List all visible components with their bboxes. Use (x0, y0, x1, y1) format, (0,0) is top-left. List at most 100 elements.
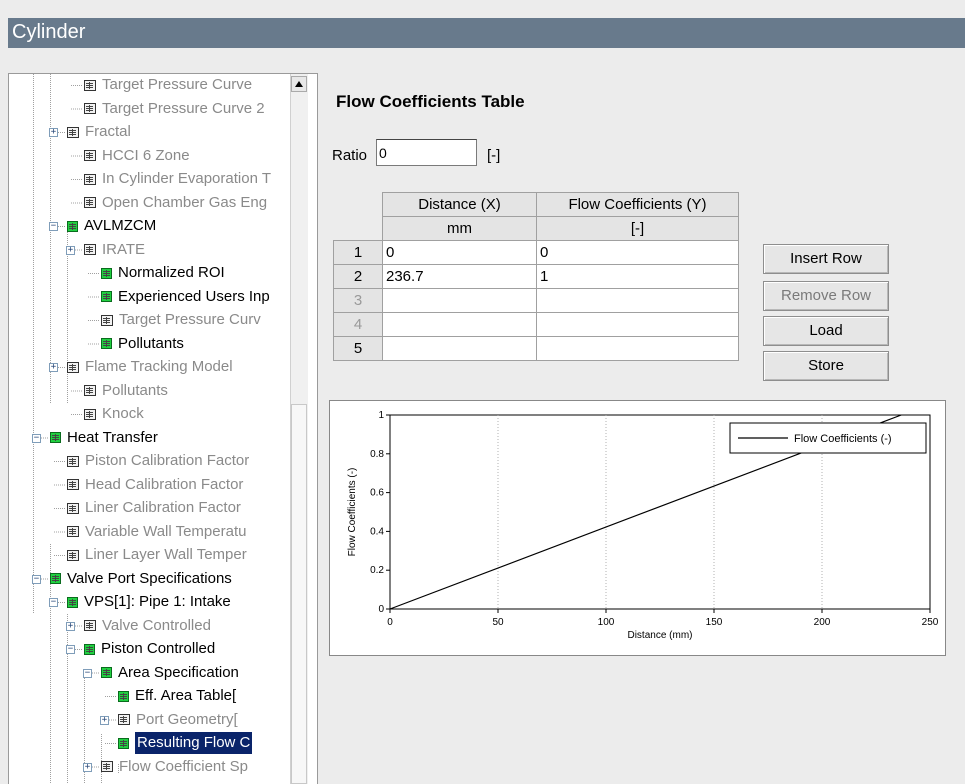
distance-cell[interactable]: 236.7 (382, 264, 537, 289)
row-number[interactable]: 2 (333, 264, 383, 289)
legend-label: Flow Coefficients (-) (794, 433, 892, 445)
flow-coefficient-cell[interactable]: 0 (536, 240, 739, 265)
table-node-icon (101, 314, 113, 326)
tree-item[interactable]: Flame Tracking Model (67, 356, 233, 378)
y-tick-label: 0.8 (370, 449, 384, 460)
tree-item[interactable]: In Cylinder Evaporation T (84, 168, 271, 190)
tree-item[interactable]: Heat Transfer (50, 427, 158, 449)
tree-item[interactable]: Resulting Flow C (118, 732, 253, 754)
table-row: 100 (333, 240, 739, 265)
table-node-icon (67, 455, 79, 467)
section-heading: Flow Coefficients Table (336, 92, 525, 111)
store-button[interactable]: Store (763, 351, 889, 381)
x-tick-label: 50 (492, 617, 504, 628)
unit-distance: mm (382, 216, 537, 241)
tree-item-label: Experienced Users Inp (118, 287, 270, 305)
tree-item[interactable]: AVLMZCM (67, 215, 156, 237)
table-node-icon (67, 479, 79, 490)
x-tick-label: 100 (598, 617, 615, 628)
distance-cell[interactable] (382, 288, 537, 313)
ratio-unit: [-] (487, 147, 501, 164)
y-tick-label: 1 (378, 410, 384, 421)
tree-item-label: Liner Layer Wall Temper (85, 546, 247, 563)
active-node-icon (118, 737, 129, 749)
header-distance: Distance (X) (382, 192, 537, 217)
scroll-up-arrow[interactable] (291, 76, 307, 92)
tree-item-label: VPS[1]: Pipe 1: Intake (84, 593, 231, 610)
tree-item[interactable]: Pollutants (84, 380, 168, 402)
tree-item-label: Valve Port Specifications (67, 569, 232, 587)
tree-item[interactable]: Liner Layer Wall Temper (67, 544, 247, 566)
expand-icon[interactable]: + (66, 621, 75, 631)
distance-cell[interactable]: 0 (382, 240, 537, 265)
expand-icon[interactable]: + (83, 762, 92, 772)
remove-row-button[interactable]: Remove Row (763, 281, 889, 311)
tree-item[interactable]: Head Calibration Factor (67, 474, 243, 496)
expand-icon[interactable]: + (100, 715, 109, 725)
tree-item-label: AVLMZCM (84, 217, 157, 234)
collapse-icon[interactable]: − (83, 668, 92, 678)
distance-cell[interactable] (382, 336, 537, 361)
ratio-label: Ratio (332, 147, 368, 164)
tree-panel[interactable]: Target Pressure Curve Target Pressure Cur… (8, 73, 318, 784)
insert-row-button[interactable]: Insert Row (763, 244, 889, 274)
active-node-icon (118, 690, 129, 702)
tree-item[interactable]: Piston Calibration Factor (67, 450, 249, 472)
tree-item[interactable]: Valve Port Specifications (50, 568, 232, 590)
y-tick-label: 0.2 (370, 565, 384, 576)
tree-item[interactable]: VPS[1]: Pipe 1: Intake (67, 591, 231, 613)
tree-item[interactable]: Flow Coefficient Sp (101, 756, 248, 778)
tree-scrollbar[interactable] (290, 74, 308, 784)
tree-item[interactable]: HCCI 6 Zone (84, 145, 190, 167)
row-number[interactable]: 5 (333, 336, 383, 361)
row-number[interactable]: 4 (333, 312, 383, 337)
expand-icon[interactable]: + (66, 245, 75, 255)
table-node-icon (67, 549, 79, 561)
tree-item[interactable]: Eff. Area Table[ (118, 685, 236, 707)
tree-item[interactable]: Knock (84, 403, 144, 425)
tree-item[interactable]: Port Geometry[ (118, 709, 238, 731)
tree-item[interactable]: Piston Controlled (84, 638, 215, 660)
table-node-icon (84, 79, 96, 91)
tree-item[interactable]: Open Chamber Gas Eng (84, 192, 267, 214)
tree-item-label: Piston Controlled (101, 640, 216, 657)
tree-item[interactable]: Pollutants (101, 333, 184, 355)
scroll-thumb[interactable] (291, 404, 307, 784)
tree-item[interactable]: Area Specification (101, 662, 239, 684)
flow-coefficient-cell[interactable]: 1 (536, 264, 739, 289)
x-tick-label: 250 (922, 617, 939, 628)
ratio-input[interactable] (376, 139, 477, 166)
tree-item[interactable]: Experienced Users Inp (101, 286, 270, 308)
tree-item[interactable]: Target Pressure Curve 2 (84, 98, 265, 120)
tree-item[interactable]: Target Pressure Curv (101, 309, 261, 331)
table-row: 2 236.7 1 (333, 264, 739, 289)
window-title: Cylinder (12, 21, 86, 43)
tree-item[interactable]: Normalized ROI (101, 262, 225, 284)
distance-cell[interactable] (382, 312, 537, 337)
tree-item[interactable]: IRATE (84, 239, 145, 261)
tree-item-label: Knock (102, 405, 144, 422)
collapse-icon[interactable]: − (49, 222, 58, 231)
table-node-icon (84, 408, 96, 420)
collapse-icon[interactable]: − (32, 433, 41, 443)
tree-item[interactable]: Target Pressure Curve (84, 74, 252, 96)
tree-item[interactable]: Liner Calibration Factor (67, 497, 241, 519)
flow-coefficient-cell[interactable] (536, 288, 739, 313)
expand-icon[interactable]: + (49, 363, 58, 372)
table-corner (333, 192, 383, 217)
collapse-icon[interactable]: − (49, 598, 58, 607)
collapse-icon[interactable]: − (66, 645, 75, 654)
x-tick-label: 150 (706, 617, 723, 628)
active-node-icon (101, 338, 112, 349)
row-number[interactable]: 3 (333, 288, 383, 313)
flow-coefficient-cell[interactable] (536, 336, 739, 361)
tree-item[interactable]: Valve Controlled (84, 615, 211, 637)
tree-item[interactable]: Variable Wall Temperatu (67, 521, 246, 543)
expand-icon[interactable]: + (49, 128, 58, 137)
flow-coefficient-cell[interactable] (536, 312, 739, 337)
table-node-icon (67, 361, 79, 373)
row-number[interactable]: 1 (333, 240, 383, 265)
load-button[interactable]: Load (763, 316, 889, 346)
tree-item[interactable]: Fractal (67, 121, 131, 143)
collapse-icon[interactable]: − (32, 574, 41, 584)
